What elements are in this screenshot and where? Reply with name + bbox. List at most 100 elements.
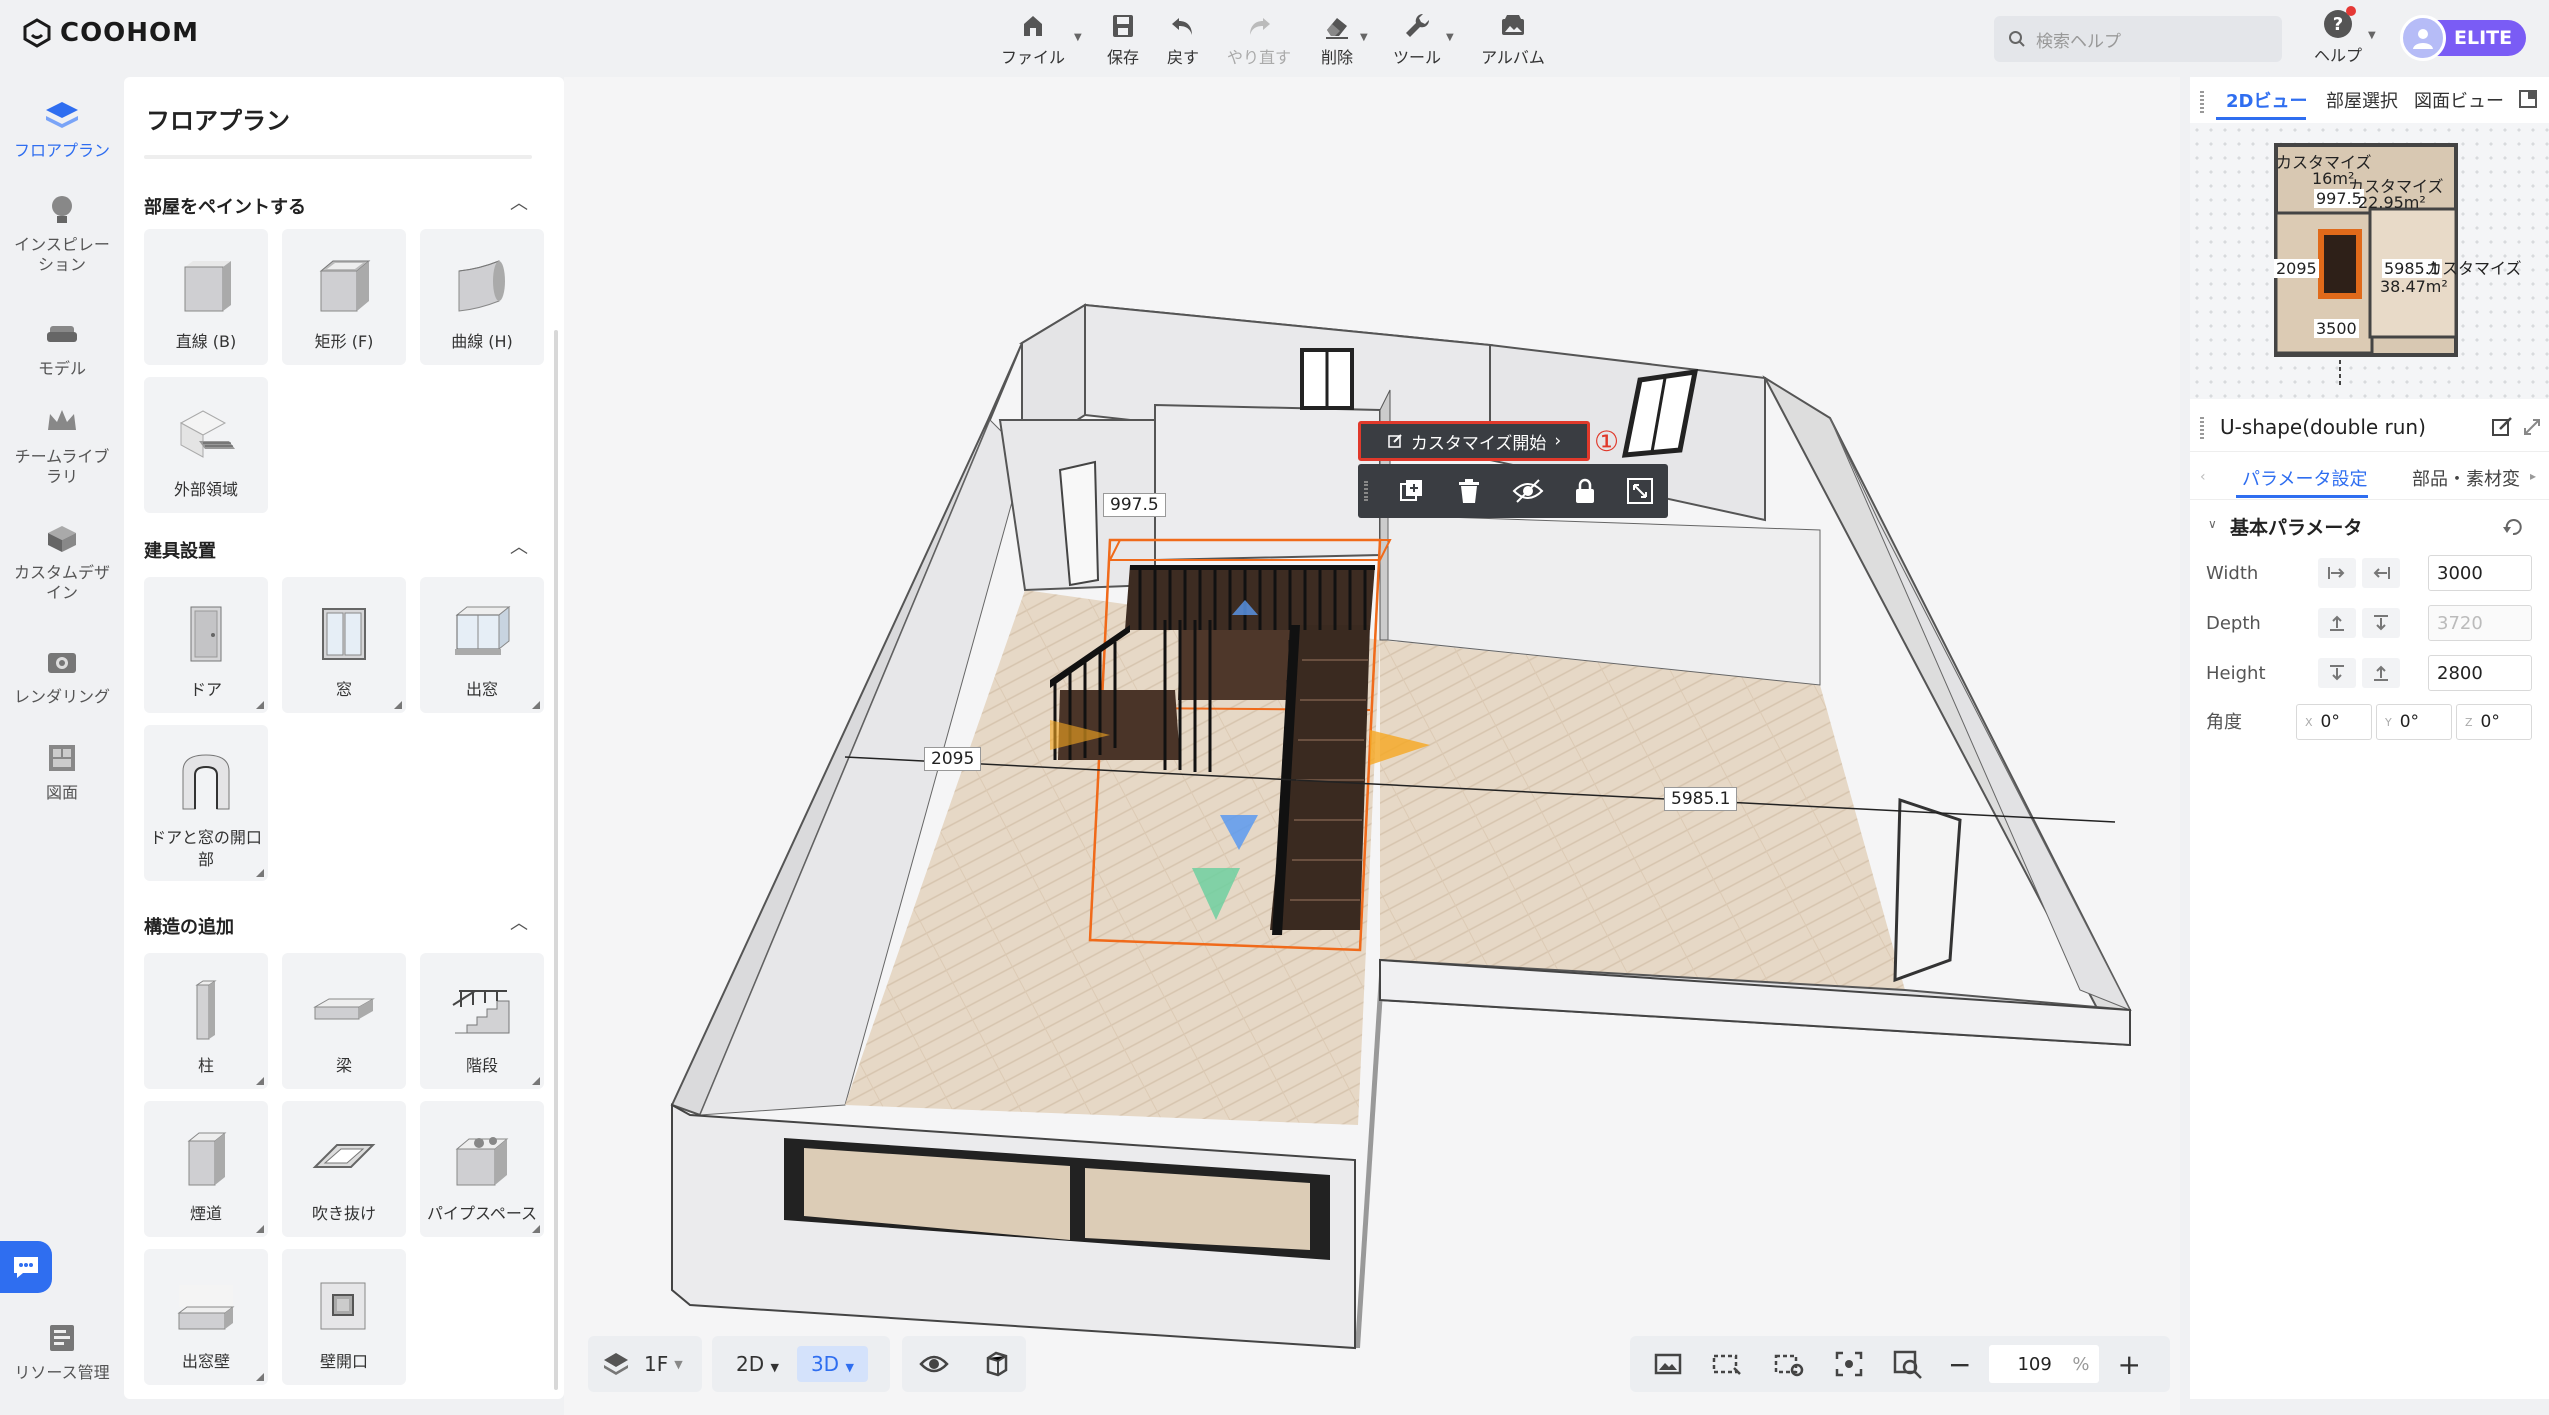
rail-item-rendering[interactable]: レンダリング [0, 641, 124, 707]
app-logo[interactable]: COOHOM [22, 18, 199, 48]
rail-item-floorplan[interactable]: フロアプラン [0, 95, 124, 161]
depth-bottom-anchor-button[interactable] [2318, 608, 2356, 638]
help-caret-icon[interactable]: ▼ [2368, 30, 2376, 41]
width-right-anchor-button[interactable] [2362, 558, 2400, 588]
collapse-chevron-icon[interactable]: ︿ [510, 533, 528, 559]
rail-item-inspiration[interactable]: インスピレーション [0, 189, 124, 275]
more-options-corner[interactable] [532, 1225, 540, 1233]
collapse-chevron-icon[interactable]: ︿ [510, 189, 528, 215]
depth-top-anchor-button[interactable] [2362, 608, 2400, 638]
file-menu-button[interactable]: ファイル [998, 10, 1068, 68]
chevron-down-icon[interactable]: ∨ [2208, 517, 2217, 531]
tools-caret-icon[interactable]: ▼ [1446, 32, 1454, 43]
chat-support-button[interactable] [0, 1241, 52, 1293]
tab-room-select[interactable]: 部屋選択 [2326, 87, 2398, 113]
angle-x-input[interactable]: X 0° [2296, 704, 2372, 740]
tools-menu-button[interactable]: ツール [1382, 10, 1452, 68]
tool-card-exterior-area[interactable]: 外部領域 [144, 377, 268, 513]
3d-scene[interactable] [564, 77, 2180, 1415]
redo-button[interactable]: やり直す [1224, 10, 1294, 68]
rail-item-custom-design[interactable]: カスタムデザイン [0, 517, 124, 603]
tool-card-beam[interactable]: 梁 [282, 953, 406, 1089]
more-options-corner[interactable] [256, 1373, 264, 1381]
help-button[interactable]: ? ヘルプ [2308, 6, 2368, 66]
drag-handle-icon[interactable] [1364, 481, 1368, 501]
reset-icon[interactable] [2502, 517, 2524, 537]
zoom-region-icon[interactable] [1892, 1349, 1924, 1379]
minimap[interactable]: カスタマイズ 16m² カスタマイズ 997.5 22.95m² 2095 59… [2190, 123, 2549, 399]
user-account[interactable]: ELITE [2400, 14, 2528, 62]
tool-card-bay-window[interactable]: 出窓 [420, 577, 544, 713]
3d-viewport[interactable]: 997.5 2095 5985.1 カスタマイズ開始 › ① [564, 77, 2180, 1415]
frame-select-icon[interactable] [1710, 1350, 1744, 1378]
visibility-eye-icon[interactable] [918, 1352, 949, 1376]
more-options-corner[interactable] [394, 701, 402, 709]
subtab-parts-materials[interactable]: 部品・素材変 [2412, 465, 2520, 491]
tool-card-curve[interactable]: 曲線 (H) [420, 229, 544, 365]
tool-card-stairs[interactable]: 階段 [420, 953, 544, 1089]
drag-handle-icon[interactable] [2200, 417, 2204, 439]
mode-2d-button[interactable]: 2D ▼ [736, 1352, 779, 1376]
settings-frame-icon[interactable] [1772, 1350, 1806, 1378]
collapse-panel-icon[interactable] [2518, 89, 2538, 109]
file-caret-icon[interactable]: ▼ [1074, 32, 1082, 43]
rail-item-team-library[interactable]: チームライブラリ [0, 401, 124, 487]
rail-item-model[interactable]: モデル [0, 313, 124, 379]
zoom-out-button[interactable]: − [1948, 1348, 1971, 1381]
tab-drawing-view[interactable]: 図面ビュー [2414, 87, 2504, 113]
tool-card-column[interactable]: 柱 [144, 953, 268, 1089]
zoom-in-button[interactable]: + [2117, 1348, 2140, 1381]
tool-card-straight[interactable]: 直線 (B) [144, 229, 268, 365]
width-left-anchor-button[interactable] [2318, 558, 2356, 588]
drag-handle-icon[interactable] [2200, 91, 2204, 113]
zoom-input[interactable]: 109 % [1989, 1345, 2100, 1383]
height-bottom-anchor-button[interactable] [2362, 658, 2400, 688]
tool-card-opening[interactable]: ドアと窓の開口部 [144, 725, 268, 881]
cube-view-icon[interactable] [982, 1350, 1010, 1378]
panel-scrollbar[interactable] [554, 330, 558, 1390]
album-button[interactable]: アルバム [1478, 10, 1548, 68]
angle-y-input[interactable]: Y 0° [2376, 704, 2452, 740]
tool-card-bay-wall[interactable]: 出窓壁 [144, 1249, 268, 1385]
lock-icon[interactable] [1574, 477, 1596, 505]
more-options-corner[interactable] [256, 1225, 264, 1233]
tool-card-pipe-space[interactable]: パイプスペース [420, 1101, 544, 1237]
avatar[interactable] [2400, 15, 2446, 61]
tool-card-door[interactable]: ドア [144, 577, 268, 713]
more-options-corner[interactable] [256, 1077, 264, 1085]
height-top-anchor-button[interactable] [2318, 658, 2356, 688]
help-search-input[interactable]: 検索ヘルプ [1994, 16, 2282, 62]
tool-card-wall-opening[interactable]: 壁開口 [282, 1249, 406, 1385]
floor-selector[interactable]: 1F ▼ [588, 1336, 702, 1392]
width-input[interactable]: 3000 [2428, 555, 2532, 591]
undo-button[interactable]: 戻す [1148, 10, 1218, 68]
trash-icon[interactable] [1456, 477, 1482, 505]
focus-icon[interactable] [1834, 1350, 1864, 1378]
tab-2d-view[interactable]: 2Dビュー [2226, 87, 2307, 113]
rail-item-drawing[interactable]: 図面 [0, 737, 124, 803]
more-options-corner[interactable] [532, 1077, 540, 1085]
tool-card-void[interactable]: 吹き抜け [282, 1101, 406, 1237]
height-input[interactable]: 2800 [2428, 655, 2532, 691]
mode-3d-button[interactable]: 3D ▼ [796, 1346, 868, 1382]
collapse-chevron-icon[interactable]: ︿ [510, 909, 528, 935]
tool-card-rectangle[interactable]: 矩形 (F) [282, 229, 406, 365]
delete-caret-icon[interactable]: ▼ [1360, 32, 1368, 43]
duplicate-icon[interactable] [1398, 477, 1426, 505]
edit-object-icon[interactable] [2490, 415, 2514, 439]
subtab-parameters[interactable]: パラメータ設定 [2242, 465, 2367, 491]
hide-eye-icon[interactable] [1512, 477, 1544, 505]
fit-view-icon[interactable] [1626, 477, 1654, 505]
more-options-corner[interactable] [256, 701, 264, 709]
tool-card-flue[interactable]: 煙道 [144, 1101, 268, 1237]
tab-scroll-left-icon[interactable]: ‹ [2200, 469, 2206, 485]
expand-icon[interactable] [2522, 417, 2542, 437]
screenshot-image-icon[interactable] [1654, 1352, 1682, 1376]
angle-z-input[interactable]: Z 0° [2456, 704, 2532, 740]
rail-item-resource-management[interactable]: リソース管理 [0, 1317, 124, 1383]
tab-scroll-right-icon[interactable]: ▸ [2530, 469, 2536, 483]
more-options-corner[interactable] [256, 869, 264, 877]
tool-card-window[interactable]: 窓 [282, 577, 406, 713]
more-options-corner[interactable] [532, 701, 540, 709]
customize-start-button[interactable]: カスタマイズ開始 › [1358, 421, 1590, 461]
